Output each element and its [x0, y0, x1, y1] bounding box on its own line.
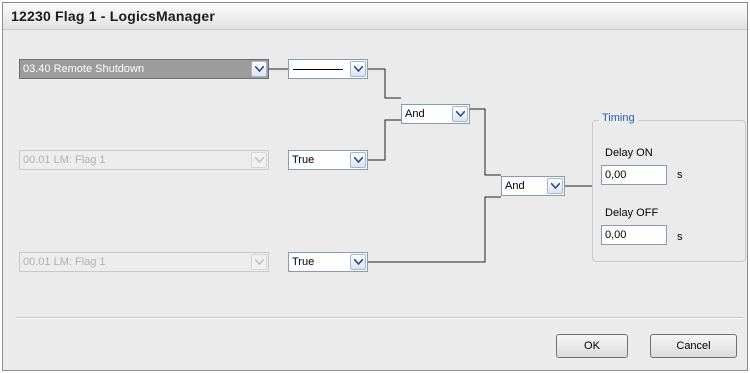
ok-button[interactable]: OK — [556, 334, 628, 358]
chevron-down-icon — [251, 152, 267, 168]
separator — [16, 317, 743, 319]
chevron-down-icon[interactable] — [350, 152, 366, 168]
chevron-down-icon[interactable] — [251, 61, 267, 77]
operator-1-select[interactable] — [288, 59, 368, 79]
operator-3-select[interactable]: True — [288, 252, 368, 272]
input-1-value: 03.40 Remote Shutdown — [23, 63, 145, 75]
delay-on-unit: s — [677, 169, 683, 181]
delay-off-input[interactable]: 0,00 — [601, 225, 667, 245]
gate-1-select[interactable]: And — [401, 104, 470, 124]
chevron-down-icon[interactable] — [350, 61, 366, 77]
operator-1-line-symbol — [293, 69, 343, 70]
delay-off-label: Delay OFF — [605, 207, 659, 219]
input-3-value: 00.01 LM: Flag 1 — [23, 256, 106, 268]
input-1-select[interactable]: 03.40 Remote Shutdown — [19, 59, 269, 79]
input-2-value: 00.01 LM: Flag 1 — [23, 154, 106, 166]
delay-off-value: 0,00 — [605, 229, 627, 241]
delay-on-input[interactable]: 0,00 — [601, 165, 667, 185]
timing-group-title: Timing — [599, 112, 638, 124]
chevron-down-icon[interactable] — [547, 178, 563, 194]
delay-off-unit: s — [677, 231, 683, 243]
delay-on-value: 0,00 — [605, 169, 627, 181]
gate-2-value: And — [505, 180, 525, 192]
chevron-down-icon — [251, 254, 267, 270]
chevron-down-icon[interactable] — [350, 254, 366, 270]
input-3-select[interactable]: 00.01 LM: Flag 1 — [19, 252, 269, 272]
cancel-button[interactable]: Cancel — [650, 334, 737, 358]
chevron-down-icon[interactable] — [452, 106, 468, 122]
operator-2-select[interactable]: True — [288, 150, 368, 170]
gate-1-value: And — [405, 108, 425, 120]
operator-3-value: True — [292, 256, 315, 268]
gate-2-select[interactable]: And — [501, 176, 565, 196]
delay-on-label: Delay ON — [605, 147, 653, 159]
input-2-select[interactable]: 00.01 LM: Flag 1 — [19, 150, 269, 170]
operator-2-value: True — [292, 154, 315, 166]
